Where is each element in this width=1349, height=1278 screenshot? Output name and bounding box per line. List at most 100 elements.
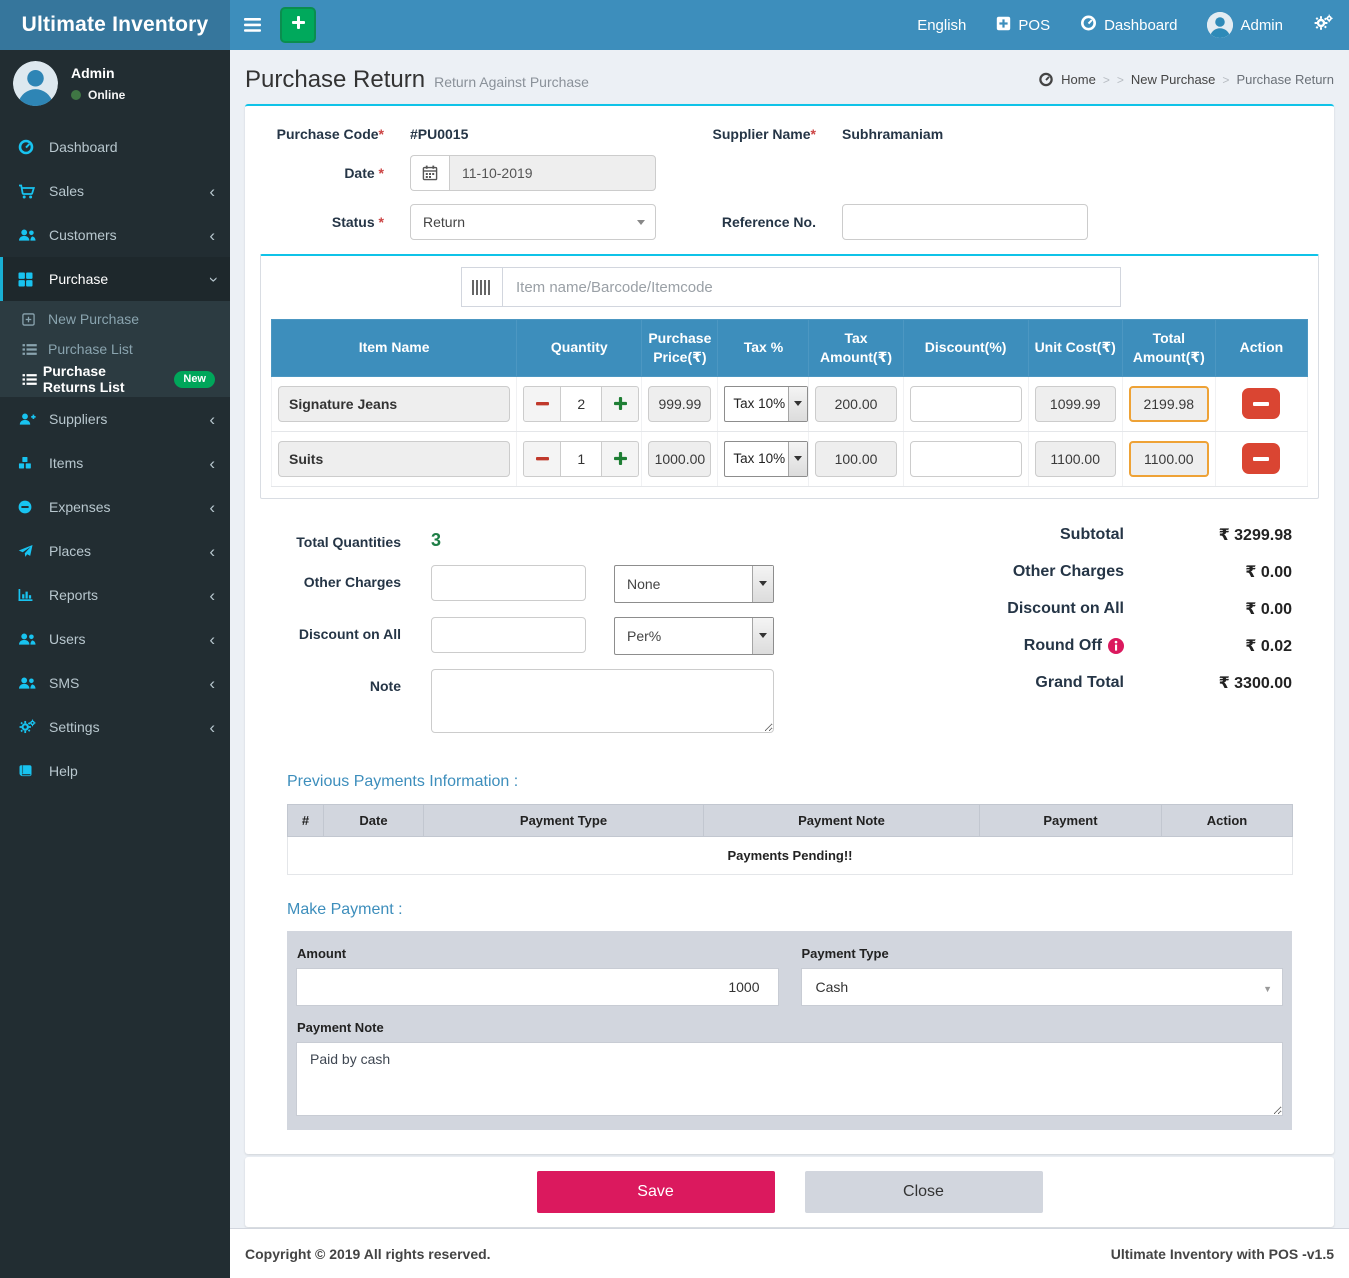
item-search-input[interactable] xyxy=(502,267,1121,307)
settings-menu[interactable] xyxy=(1313,0,1333,50)
language-menu[interactable]: English xyxy=(917,0,966,50)
users-icon xyxy=(18,228,49,242)
purchase-code-value: #PU0015 xyxy=(410,126,656,142)
sidebar-item-purchase-list[interactable]: Purchase List xyxy=(0,334,230,364)
sidebar-item-purchase[interactable]: Purchase ‹ xyxy=(0,257,230,301)
app-logo[interactable]: Ultimate Inventory xyxy=(0,0,230,50)
dashboard-label: Dashboard xyxy=(1104,17,1177,34)
reference-no-input[interactable] xyxy=(842,204,1088,240)
sidebar-item-reports[interactable]: Reports ‹ xyxy=(0,573,230,617)
pos-link[interactable]: POS xyxy=(996,0,1050,50)
remove-item-button[interactable] xyxy=(1242,388,1280,419)
chevron-left-icon: ‹ xyxy=(209,587,215,604)
total-amount-value: 2199.98 xyxy=(1129,386,1209,422)
close-button[interactable]: Close xyxy=(805,1171,1043,1213)
decrement-button[interactable] xyxy=(524,387,560,421)
breadcrumb-home[interactable]: Home xyxy=(1061,72,1096,87)
sidebar-item-users[interactable]: Users ‹ xyxy=(0,617,230,661)
other-charges-label: Other Charges xyxy=(245,565,401,590)
quantity-stepper xyxy=(523,441,639,477)
sidebar-item-suppliers[interactable]: Suppliers ‹ xyxy=(0,397,230,441)
payment-type-label: Payment Type xyxy=(801,940,1284,968)
caret-down-icon xyxy=(788,442,807,476)
sidebar-item-purchase-returns-list[interactable]: Purchase Returns List New xyxy=(0,364,230,394)
top-header: Ultimate Inventory English POS xyxy=(0,0,1349,50)
previous-payments-heading: Previous Payments Information : xyxy=(287,773,1292,791)
discount-total-label: Discount on All xyxy=(1007,600,1124,618)
col-date: Date xyxy=(324,804,424,836)
book-icon xyxy=(18,764,49,778)
sidebar-user-status[interactable]: Online xyxy=(71,88,125,102)
col-purchase-price: Purchase Price(₹) xyxy=(642,320,718,377)
payment-type-select[interactable]: Cash ▼ xyxy=(801,968,1284,1006)
sidebar-item-help[interactable]: Help xyxy=(0,749,230,793)
discount-on-all-input[interactable] xyxy=(431,617,586,653)
chevron-left-icon: ‹ xyxy=(209,227,215,244)
chevron-left-icon: ‹ xyxy=(209,631,215,648)
discount-input[interactable] xyxy=(910,386,1022,422)
other-charges-total-label: Other Charges xyxy=(1013,563,1124,581)
tax-select[interactable]: Tax 10% xyxy=(724,441,808,477)
caret-down-icon: ▼ xyxy=(1263,984,1272,994)
language-label: English xyxy=(917,17,966,34)
new-badge: New xyxy=(174,371,215,388)
remove-item-button[interactable] xyxy=(1242,443,1280,474)
sidebar-item-places[interactable]: Places ‹ xyxy=(0,529,230,573)
sidebar-user-name: Admin xyxy=(71,65,125,81)
payment-note-textarea[interactable]: Paid by cash xyxy=(296,1042,1283,1116)
sidebar-item-items[interactable]: Items ‹ xyxy=(0,441,230,485)
sidebar: Admin Online Dashboard Sales ‹ Customers… xyxy=(0,50,230,1278)
other-charges-total-value: ₹ 0.00 xyxy=(1124,562,1292,582)
quick-add-button[interactable] xyxy=(280,7,316,43)
status-select[interactable]: Return xyxy=(410,204,656,240)
other-charges-input[interactable] xyxy=(431,565,586,601)
sidebar-item-sales[interactable]: Sales ‹ xyxy=(0,169,230,213)
sidebar-item-expenses[interactable]: Expenses ‹ xyxy=(0,485,230,529)
user-avatar xyxy=(1207,12,1233,38)
note-textarea[interactable] xyxy=(431,669,774,733)
sidebar-item-settings[interactable]: Settings ‹ xyxy=(0,705,230,749)
sidebar-item-dashboard[interactable]: Dashboard xyxy=(0,125,230,169)
breadcrumb-new-purchase[interactable]: New Purchase xyxy=(1131,72,1216,87)
sidebar-item-new-purchase[interactable]: New Purchase xyxy=(0,304,230,334)
summary-panel: Subtotal ₹ 3299.98 Other Charges ₹ 0.00 … xyxy=(902,525,1292,747)
cogs-icon xyxy=(1313,14,1333,36)
plus-square-icon xyxy=(22,313,48,326)
bar-chart-icon xyxy=(18,588,49,602)
hamburger-icon xyxy=(244,18,261,32)
decrement-button[interactable] xyxy=(524,442,560,476)
version-text: Ultimate Inventory with POS -v1.5 xyxy=(1111,1246,1334,1262)
other-charges-type-select[interactable]: None xyxy=(614,565,774,603)
sidebar-user-panel: Admin Online xyxy=(0,50,230,119)
sidebar-menu: Dashboard Sales ‹ Customers ‹ Purchase ‹… xyxy=(0,125,230,793)
discount-type-select[interactable]: Per% xyxy=(614,617,774,655)
total-quantities-label: Total Quantities xyxy=(245,525,401,550)
discount-input[interactable] xyxy=(910,441,1022,477)
summary-row: Subtotal ₹ 3299.98 xyxy=(902,525,1292,545)
date-input[interactable] xyxy=(449,155,656,191)
round-off-value: ₹ 0.02 xyxy=(1124,636,1292,656)
grand-total-value: ₹ 3300.00 xyxy=(1124,673,1292,693)
purchase-price-value: 1000.00 xyxy=(648,441,711,477)
tax-select[interactable]: Tax 10% xyxy=(724,386,808,422)
amount-input[interactable] xyxy=(296,968,779,1006)
cart-icon xyxy=(18,184,49,199)
dashboard-link[interactable]: Dashboard xyxy=(1080,0,1177,50)
navbar: English POS Dashboard Admin xyxy=(230,0,1349,50)
quantity-input[interactable] xyxy=(560,442,602,476)
caret-down-icon xyxy=(752,618,773,654)
user-menu[interactable]: Admin xyxy=(1207,0,1283,50)
increment-button[interactable] xyxy=(602,442,638,476)
sidebar-item-customers[interactable]: Customers ‹ xyxy=(0,213,230,257)
breadcrumb-separator: > xyxy=(1103,73,1110,87)
minus-icon xyxy=(1253,457,1269,462)
sidebar-toggle-button[interactable] xyxy=(230,0,274,50)
save-button[interactable]: Save xyxy=(537,1171,775,1213)
increment-button[interactable] xyxy=(602,387,638,421)
info-icon[interactable] xyxy=(1108,638,1124,654)
supplier-name-label: Supplier Name* xyxy=(682,126,842,142)
sidebar-item-sms[interactable]: SMS ‹ xyxy=(0,661,230,705)
col-payment-type: Payment Type xyxy=(424,804,704,836)
quantity-input[interactable] xyxy=(560,387,602,421)
purchase-price-value: 999.99 xyxy=(648,386,711,422)
